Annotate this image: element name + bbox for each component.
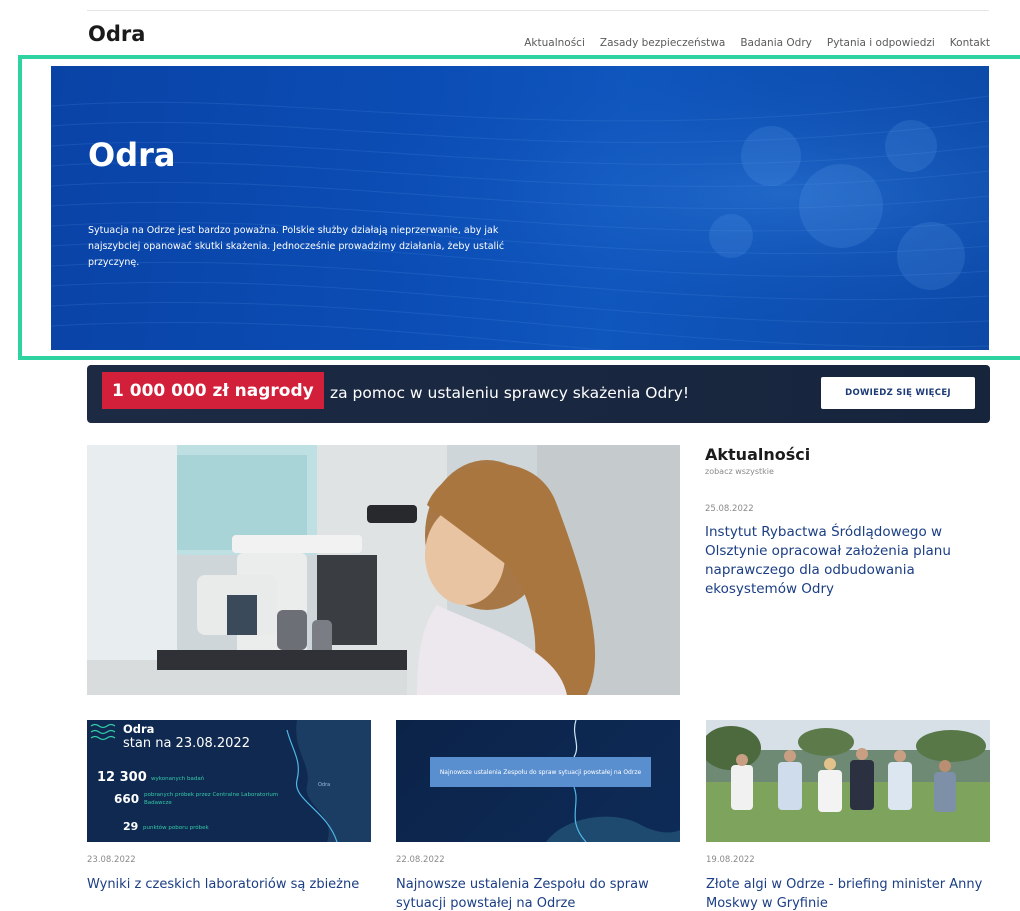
infographic-subtitle: stan na 23.08.2022 (123, 736, 250, 751)
card-date: 22.08.2022 (396, 855, 445, 865)
stat-tests-value: 12 300 (97, 770, 147, 785)
thumbnail-caption-box: Najnowsze ustalenia Zespołu do spraw syt… (430, 757, 651, 787)
reward-banner-text: za pomoc w ustaleniu sprawcy skażenia Od… (330, 384, 690, 402)
hero-description: Sytuacja na Odrze jest bardzo poważna. P… (88, 225, 505, 268)
hero-title: Odra (88, 136, 176, 174)
nav-item-aktualnosci[interactable]: Aktualności (524, 37, 585, 49)
odra-status-infographic[interactable]: Odra stan na 23.08.2022 12 300 wykonanyc… (87, 720, 371, 842)
stat-samples-label: pobranych próbek przez Centralne Laborat… (144, 792, 279, 806)
news-sidebar: Aktualności zobacz wszystkie 25.08.2022 … (705, 445, 995, 599)
stat-samples-value: 660 (114, 792, 140, 806)
news-card[interactable]: Najnowsze ustalenia Zespołu do spraw syt… (396, 720, 680, 911)
news-card[interactable]: 19.08.2022 Złote algi w Odrze - briefing… (706, 720, 990, 911)
team-findings-thumbnail[interactable]: Najnowsze ustalenia Zespołu do spraw syt… (396, 720, 680, 842)
stat-points-label: punktów poboru próbek (143, 825, 209, 831)
news-card[interactable]: Odra stan na 23.08.2022 12 300 wykonanyc… (87, 720, 371, 894)
card-title-link[interactable]: Wyniki z czeskich laboratoriów są zbieżn… (87, 875, 371, 894)
card-date: 23.08.2022 (87, 855, 136, 865)
news-date: 25.08.2022 (705, 504, 754, 514)
main-nav: Aktualności Zasady bezpieczeństwa Badani… (524, 37, 990, 49)
stat-tests-label: wykonanych badań (151, 776, 205, 782)
stat-points-value: 29 (123, 820, 139, 833)
featured-news-image[interactable] (87, 445, 680, 695)
group-photo-graphic (706, 720, 990, 842)
header-divider (87, 10, 989, 11)
nav-item-zasady-bezpieczenstwa[interactable]: Zasady bezpieczeństwa (600, 37, 725, 49)
see-all-news-link[interactable]: zobacz wszystkie (705, 467, 995, 476)
reward-banner[interactable]: 1 000 000 zł nagrody za pomoc w ustaleni… (87, 365, 990, 423)
card-date: 19.08.2022 (706, 855, 755, 865)
learn-more-button[interactable]: DOWIEDZ SIĘ WIĘCEJ (821, 377, 975, 409)
lab-microscope-photo (87, 445, 680, 695)
nav-item-badania-odry[interactable]: Badania Odry (740, 37, 812, 49)
briefing-photo[interactable] (706, 720, 990, 842)
reward-amount-badge: 1 000 000 zł nagrody (102, 372, 324, 409)
news-section-title: Aktualności (705, 445, 811, 464)
infographic-title: Odra (123, 722, 155, 736)
map-river-label: Odra (318, 782, 331, 788)
hero-background-waves (51, 66, 989, 350)
hero-section: Odra Sytuacja na Odrze jest bardzo poważ… (51, 66, 989, 350)
nav-item-pytania-i-odpowiedzi[interactable]: Pytania i odpowiedzi (827, 37, 935, 49)
card-title-link[interactable]: Złote algi w Odrze - briefing minister A… (706, 875, 990, 911)
card-title-link[interactable]: Najnowsze ustalenia Zespołu do spraw syt… (396, 875, 680, 911)
site-logo[interactable]: Odra (88, 22, 145, 46)
nav-item-kontakt[interactable]: Kontakt (950, 37, 990, 49)
news-headline-link[interactable]: Instytut Rybactwa Śródlądowego w Olsztyn… (705, 523, 987, 599)
